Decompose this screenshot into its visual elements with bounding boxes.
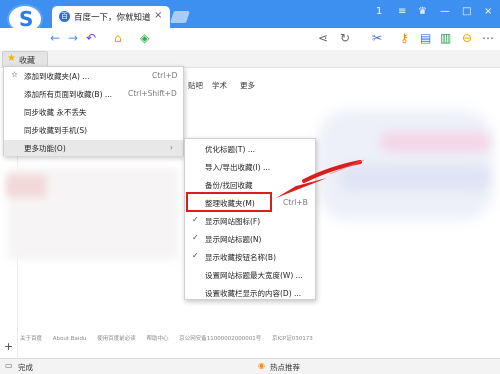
menu-item-sync-to-phone[interactable]: 同步收藏到手机(S) [4, 122, 183, 138]
navigation-toolbar: ← → ↶ ⌂ ◈ ⋖ ↻ ✂ ⚷ ▤ ▥ ⊖ ⋯ [0, 28, 500, 50]
menu-item-bar-content[interactable]: 设置收藏栏显示的内容(D) ... [185, 285, 315, 301]
title-bar: S 百 百度一下，你就知道 × 1 ≡ ♛ — □ × [0, 0, 500, 34]
status-text: 完成 [18, 363, 33, 372]
footer-link[interactable]: 使用百度前必读 [97, 336, 136, 342]
blurred-image [340, 165, 490, 191]
nav-link-more[interactable]: 更多 [240, 80, 255, 91]
browser-tab[interactable]: 百 百度一下，你就知道 × [52, 6, 170, 28]
footer-link[interactable]: 关于百度 [20, 336, 42, 342]
sheet-icon[interactable]: ▥ [440, 31, 451, 45]
menu-item-import-export[interactable]: 导入/导出收藏(I) ... [185, 159, 315, 175]
nav-link-xueshu[interactable]: 学术 [212, 80, 227, 91]
bookmarks-label: 收藏 [19, 56, 35, 65]
menu-item-backup-restore[interactable]: 备份/找回收藏 [185, 177, 315, 193]
bookmarks-button[interactable]: ★ 收藏 [2, 51, 48, 67]
new-tab-button[interactable] [170, 11, 190, 23]
menu-item-title-max-width[interactable]: 设置网站标题最大宽度(W) ... [185, 267, 315, 283]
page-footer: 关于百度 About Baidu 使用百度前必读 帮助中心 京公网安备11000… [20, 334, 322, 342]
status-bar: ▭ 完成 ◉ 热点推荐 [0, 358, 500, 374]
baidu-favicon-icon: 百 [59, 11, 70, 22]
maximize-button[interactable]: □ [462, 6, 471, 17]
tab-close-icon[interactable]: × [154, 10, 162, 21]
star-icon: ★ [7, 53, 16, 64]
back-icon[interactable]: ← [50, 31, 60, 45]
more-features-submenu: 优化标题(T) ... 导入/导出收藏(I) ... 备份/找回收藏 整理收藏夹… [184, 138, 316, 300]
blurred-content [6, 175, 46, 197]
more-icon[interactable]: ⋯ [482, 31, 494, 45]
hot-recommend-link[interactable]: 热点推荐 [270, 362, 300, 373]
home-icon[interactable]: ⌂ [114, 31, 122, 45]
forward-icon[interactable]: → [68, 31, 78, 45]
submenu-arrow-icon: › [170, 143, 173, 152]
blurred-image [380, 132, 490, 152]
nav-link-tieba[interactable]: 贴吧 [188, 80, 203, 91]
add-panel-button[interactable]: + [4, 340, 13, 353]
shield-icon[interactable]: ◈ [140, 31, 149, 45]
menu-item-add-all-pages[interactable]: 添加所有页面到收藏(B) ... Ctrl+Shift+D [4, 86, 183, 102]
hot-icon: ◉ [258, 361, 265, 370]
footer-link[interactable]: 京ICP证030173 [272, 336, 313, 342]
checkmark-icon: ✓ [192, 215, 199, 224]
tab-title: 百度一下，你就知道 [74, 13, 151, 23]
key-icon[interactable]: ⚷ [400, 31, 409, 45]
bookmarks-menu: ☆ 添加到收藏夹(A) ... Ctrl+D 添加所有页面到收藏(B) ... … [3, 66, 184, 156]
skin-icon[interactable]: ♛ [418, 6, 427, 17]
dropdown-icon[interactable]: ⋖ [318, 31, 328, 45]
footer-link[interactable]: 帮助中心 [146, 336, 168, 342]
close-window-button[interactable]: × [484, 6, 492, 17]
checkmark-icon: ✓ [192, 251, 199, 260]
emoji-icon[interactable]: ⊖ [462, 31, 472, 45]
page-status-icon: ▭ [5, 361, 13, 370]
menu-item-more-features[interactable]: 更多功能(O) › [4, 140, 183, 156]
minimize-button[interactable]: — [440, 6, 450, 17]
highlight-box [186, 192, 272, 212]
scissors-icon[interactable]: ✂ [372, 31, 382, 45]
menu-icon[interactable]: ≡ [398, 6, 406, 17]
menu-item-add-bookmark[interactable]: ☆ 添加到收藏夹(A) ... Ctrl+D [4, 68, 183, 84]
refresh-icon[interactable]: ↻ [340, 31, 350, 45]
menu-item-show-button-name[interactable]: ✓ 显示收藏按钮名称(B) [185, 249, 315, 265]
menu-item-show-site-icon[interactable]: ✓ 显示网站图标(F) [185, 213, 315, 229]
footer-link[interactable]: 京公网安备11000002000001号 [179, 336, 261, 342]
menu-item-optimize-title[interactable]: 优化标题(T) ... [185, 141, 315, 157]
undo-icon[interactable]: ↶ [86, 31, 96, 45]
star-outline-icon: ☆ [11, 70, 19, 79]
menu-item-show-site-title[interactable]: ✓ 显示网站标题(N) [185, 231, 315, 247]
window-count-icon[interactable]: 1 [376, 6, 382, 17]
footer-link[interactable]: About Baidu [53, 336, 87, 342]
checkmark-icon: ✓ [192, 233, 199, 242]
reader-icon[interactable]: ▤ [420, 31, 431, 45]
menu-item-sync-bookmarks[interactable]: 同步收藏 永不丢失 [4, 104, 183, 120]
